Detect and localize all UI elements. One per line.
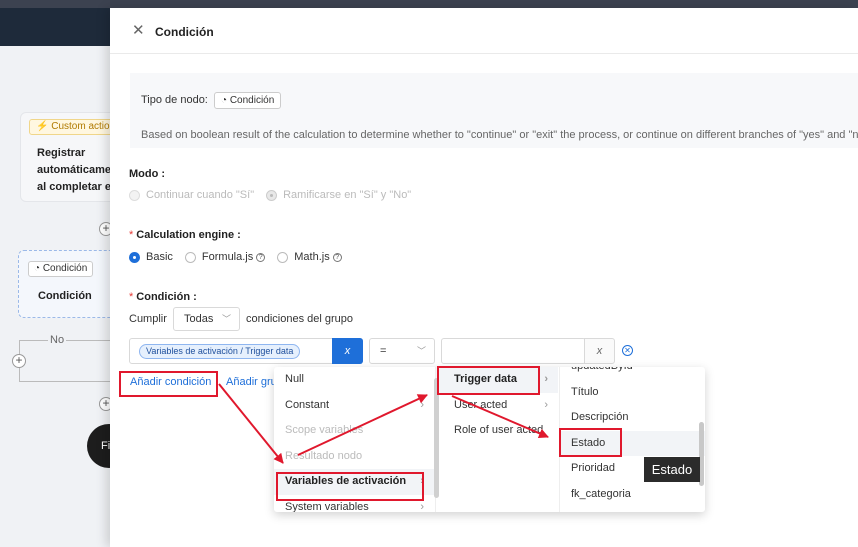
engine-radio-group: Basic Formula.js? Math.js? [129,251,354,263]
engine-radio-basic[interactable] [129,251,140,263]
node-title: Condición [38,290,92,302]
node-type-label: Tipo de nodo: [141,94,208,106]
mode-radio-group: Continuar cuando "Sí" Ramificarse en "Sí… [129,189,423,201]
mode-radio-continue[interactable] [129,189,140,201]
cascader-field-item[interactable]: Título [560,380,705,406]
variable-x-button[interactable]: x [332,338,363,364]
header-bar [0,8,110,46]
drawer-title: Condición [155,25,214,39]
cascader-field-item[interactable]: fk_categoria [560,482,705,508]
node-info-box: Tipo de nodo: ◔ Condición Based on boole… [130,73,858,148]
add-group-link[interactable]: Añadir grupo [226,376,276,388]
help-icon[interactable]: ? [256,253,266,262]
chevron-right-icon: › [544,373,548,385]
annotation-box-add-condition [119,371,218,397]
mode-option-label: Ramificarse en "Sí" y "No" [283,189,412,201]
cascader-item-scope-variables: Scope variables [285,424,364,436]
cascader-item-constant[interactable]: Constant › [274,393,434,419]
annotation-box-trigger-variables [276,472,424,501]
value-input[interactable] [441,338,586,364]
cumplir-label: Cumplir [129,313,167,325]
variable-chip: Variables de activación / Trigger data [139,344,301,359]
engine-label: * Calculation engine : [129,229,241,241]
group-suffix-label: condiciones del grupo [246,313,354,325]
engine-radio-mathjs[interactable] [277,251,289,263]
annotation-box-trigger-data [437,366,540,395]
help-icon[interactable]: ? [332,253,342,262]
engine-option-label: Math.js? [294,251,342,263]
mode-label: Modo : [129,168,166,180]
branch-no-label: No [48,334,67,346]
cascader-item-node-result: Resultado nodo [285,449,363,462]
scrollbar[interactable] [434,378,439,498]
value-x-button[interactable]: x [584,338,615,364]
variable-input[interactable]: Variables de activación / Trigger data [129,338,363,364]
branch-line [19,340,110,382]
cascader-field-item[interactable]: updatedById [560,367,705,380]
cascader-item-user-acted[interactable]: User acted › [436,393,558,419]
condition-label: * Condición : [129,291,197,303]
chevron-right-icon: › [544,398,548,411]
condition-tag: ◔ Condición [28,261,94,277]
mode-radio-branch[interactable] [266,189,278,201]
drawer-header: ✕ Condición [110,8,858,54]
engine-option-label: Formula.js? [202,251,266,263]
tooltip: Estado [644,457,700,482]
cascader-field-item[interactable]: Descripción [560,405,705,431]
mode-option-label: Continuar cuando "Sí" [146,189,255,201]
node-type-tag: ◔ Condición [214,92,282,109]
operator-select[interactable]: = ﹀ [369,338,435,364]
top-bar [0,0,858,8]
group-logic-select[interactable]: Todas ﹀ [173,307,240,331]
chevron-right-icon: › [420,398,424,411]
close-icon[interactable]: ✕ [132,23,145,38]
cascader-item-role-user-acted[interactable]: Role of user acted [436,418,558,444]
cascader-item-null[interactable]: Null [274,367,434,393]
add-branch-plus-icon[interactable]: + [12,354,26,368]
annotation-box-estado [559,428,622,457]
custom-action-tag: ⚡ Custom action [29,119,123,135]
node-description: Based on boolean result of the calculati… [141,129,858,141]
remove-condition-icon[interactable]: ✕ [622,345,633,356]
engine-radio-formulajs[interactable] [184,251,196,263]
engine-option-label: Basic [146,251,173,263]
chevron-down-icon: ﹀ [416,346,426,356]
chevron-down-icon: ﹀ [221,314,231,324]
